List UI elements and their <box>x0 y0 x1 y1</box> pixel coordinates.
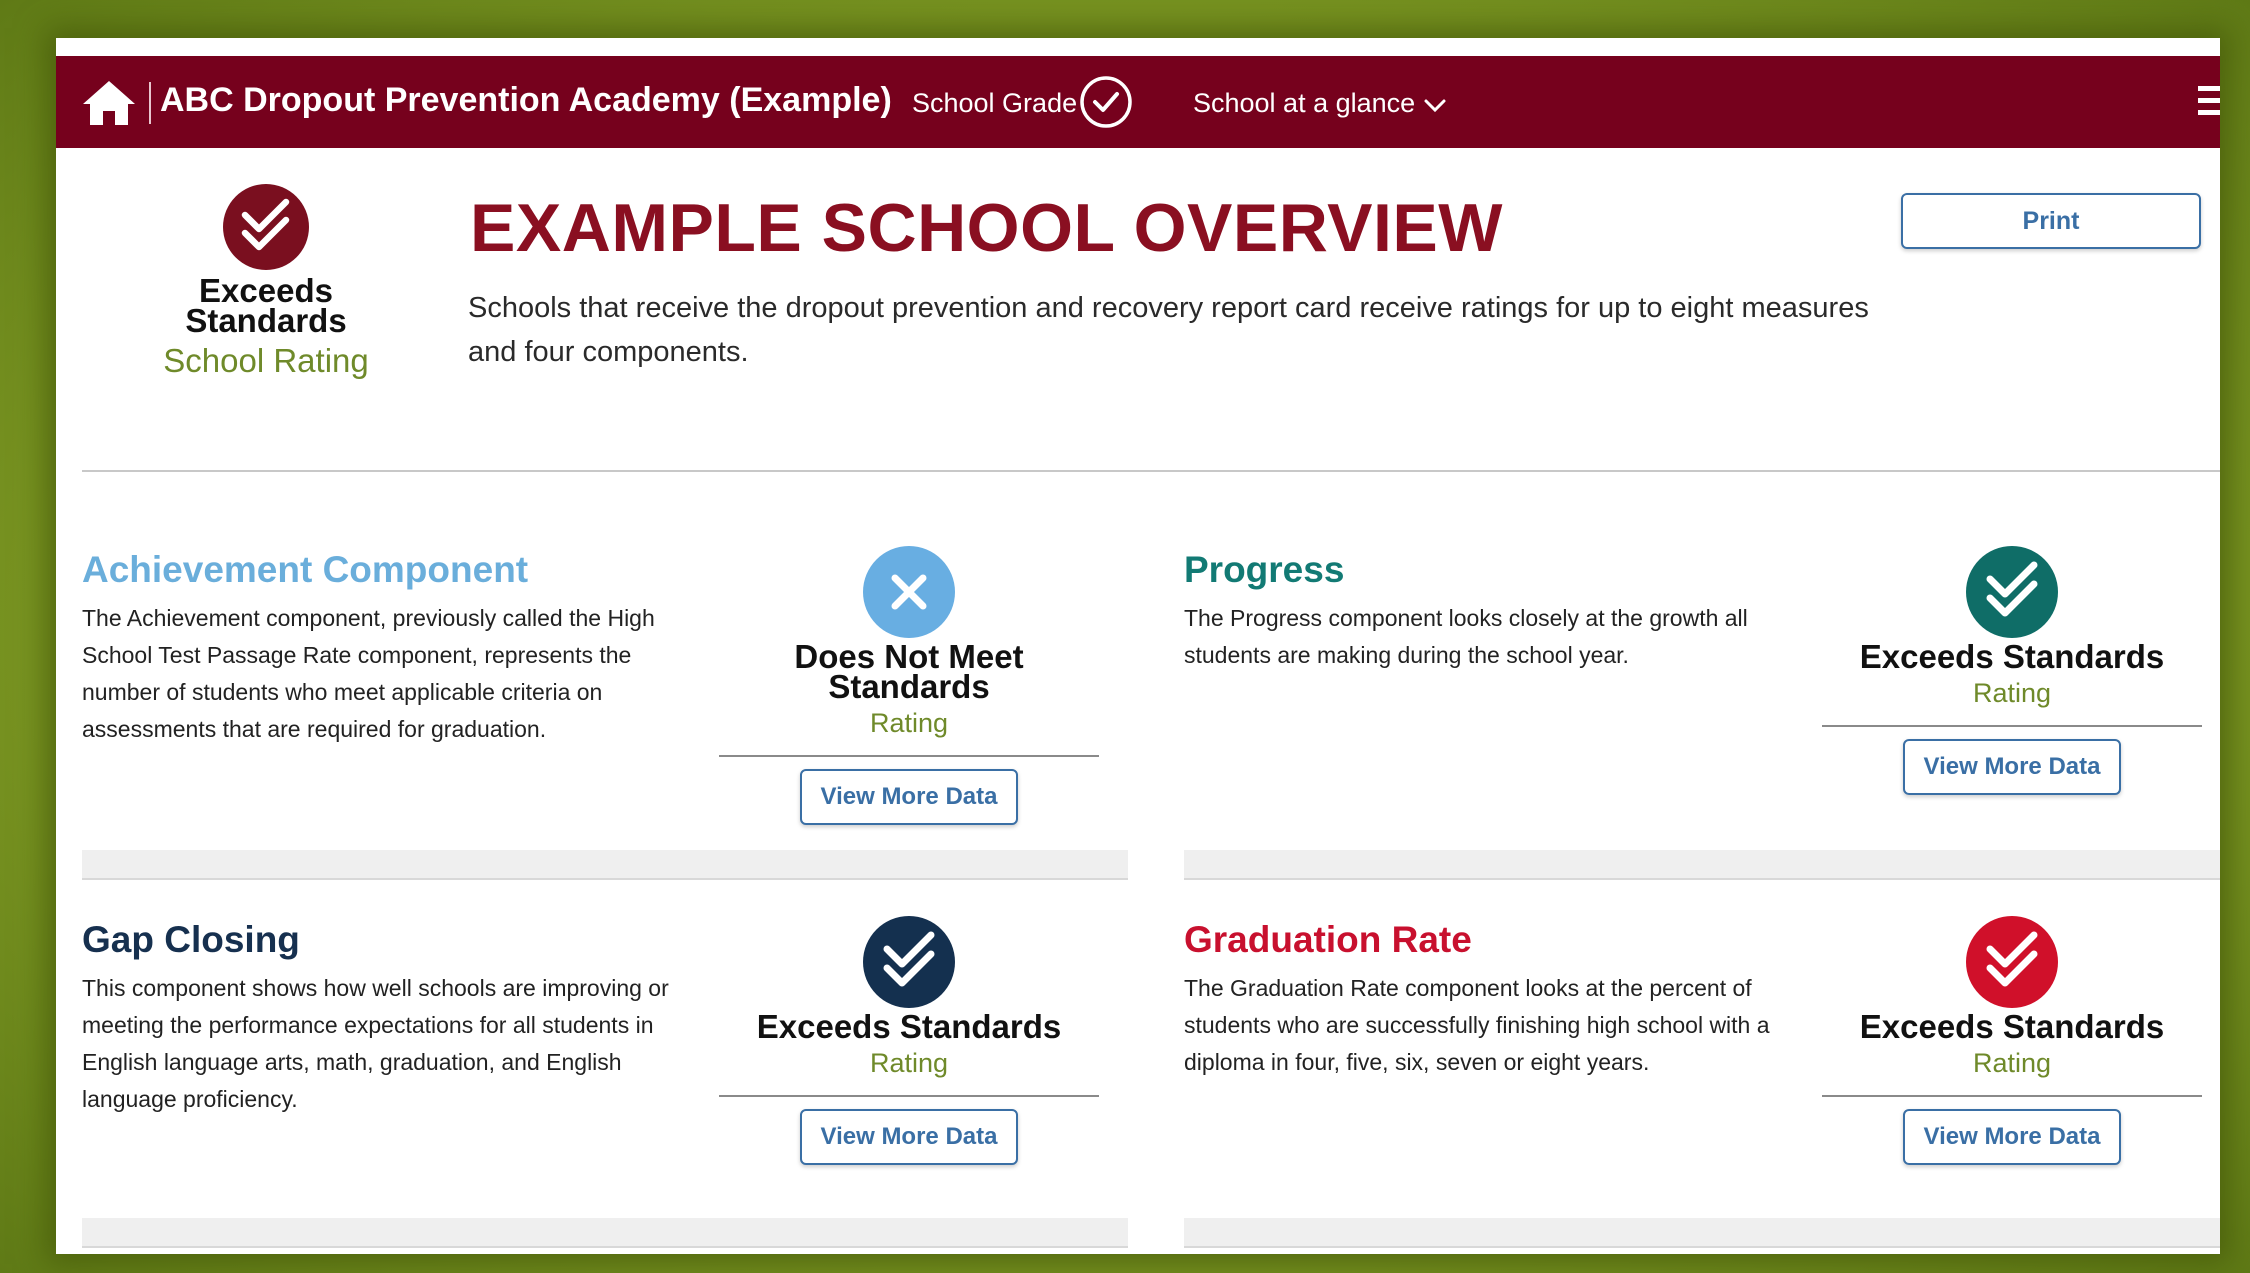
check-icon <box>1966 546 2058 638</box>
overview-description: Schools that receive the dropout prevent… <box>468 292 1869 368</box>
component-rating-gap-closing: Exceeds Standards Rating View More Data <box>719 916 1099 1165</box>
school-rating-summary: Exceeds Standards School Rating <box>136 184 396 380</box>
component-rating-progress: Exceeds Standards Rating View More Data <box>1822 546 2202 795</box>
view-more-data-button[interactable]: View More Data <box>800 769 1018 825</box>
component-title: Progress <box>1184 549 1345 590</box>
hamburger-menu-icon[interactable] <box>2198 86 2220 120</box>
view-more-data-button[interactable]: View More Data <box>800 1109 1018 1165</box>
component-title: Graduation Rate <box>1184 919 1472 960</box>
component-rating-status: Exceeds Standards <box>756 1008 1062 1045</box>
x-icon <box>863 546 955 638</box>
component-rating-graduation-rate: Exceeds Standards Rating View More Data <box>1822 916 2202 1165</box>
component-rating-status: Does Not Meet Standards <box>794 638 1024 705</box>
view-more-data-button[interactable]: View More Data <box>1903 1109 2121 1165</box>
school-grade-label: School Grade <box>912 88 1078 118</box>
component-description: This component shows how well schools ar… <box>82 975 669 1112</box>
component-rating-label: Rating <box>1972 1048 2052 1078</box>
component-rating-label: Rating <box>1972 678 2052 708</box>
rating-separator <box>1822 1095 2202 1097</box>
home-icon[interactable] <box>80 78 138 128</box>
section-band <box>82 1218 1128 1248</box>
rating-check-badge-icon <box>223 184 309 270</box>
section-band <box>1184 850 2220 880</box>
rating-separator <box>719 1095 1099 1097</box>
component-rating-status: Exceeds Standards <box>1859 638 2165 675</box>
component-rating-label: Rating <box>869 708 949 738</box>
component-title: Gap Closing <box>82 919 300 960</box>
component-description: The Graduation Rate component looks at t… <box>1184 975 1770 1075</box>
view-more-data-button[interactable]: View More Data <box>1903 739 2121 795</box>
section-band <box>1184 1218 2220 1248</box>
grade-check-icon <box>1080 76 1132 128</box>
school-rating-label: School Rating <box>163 342 369 379</box>
school-name[interactable]: ABC Dropout Prevention Academy (Example) <box>160 78 892 122</box>
section-band <box>82 850 1128 880</box>
glance-label: School at a glance <box>1193 88 1416 118</box>
component-rating-label: Rating <box>869 1048 949 1078</box>
school-rating-status: Exceeds Standards <box>185 272 347 339</box>
component-rating-status: Exceeds Standards <box>1859 1008 2165 1045</box>
nav-divider <box>149 82 151 124</box>
rating-separator <box>719 755 1099 757</box>
section-divider <box>82 470 2220 472</box>
school-at-a-glance-dropdown[interactable]: School at a glance <box>1193 86 1447 120</box>
browser-frame: ABC Dropout Prevention Academy (Example)… <box>56 38 2220 1254</box>
check-icon <box>863 916 955 1008</box>
component-rating-achievement: Does Not Meet Standards Rating View More… <box>719 546 1099 825</box>
component-description: The Progress component looks closely at … <box>1184 605 1748 668</box>
print-button[interactable]: Print <box>1901 193 2201 249</box>
rating-separator <box>1822 725 2202 727</box>
top-navigation-bar: ABC Dropout Prevention Academy (Example)… <box>56 56 2220 148</box>
check-icon <box>1966 916 2058 1008</box>
page-title: EXAMPLE SCHOOL OVERVIEW <box>470 190 1503 266</box>
component-description: The Achievement component, previously ca… <box>82 605 655 742</box>
chevron-down-icon <box>1424 99 1446 112</box>
component-title: Achievement Component <box>82 549 529 590</box>
